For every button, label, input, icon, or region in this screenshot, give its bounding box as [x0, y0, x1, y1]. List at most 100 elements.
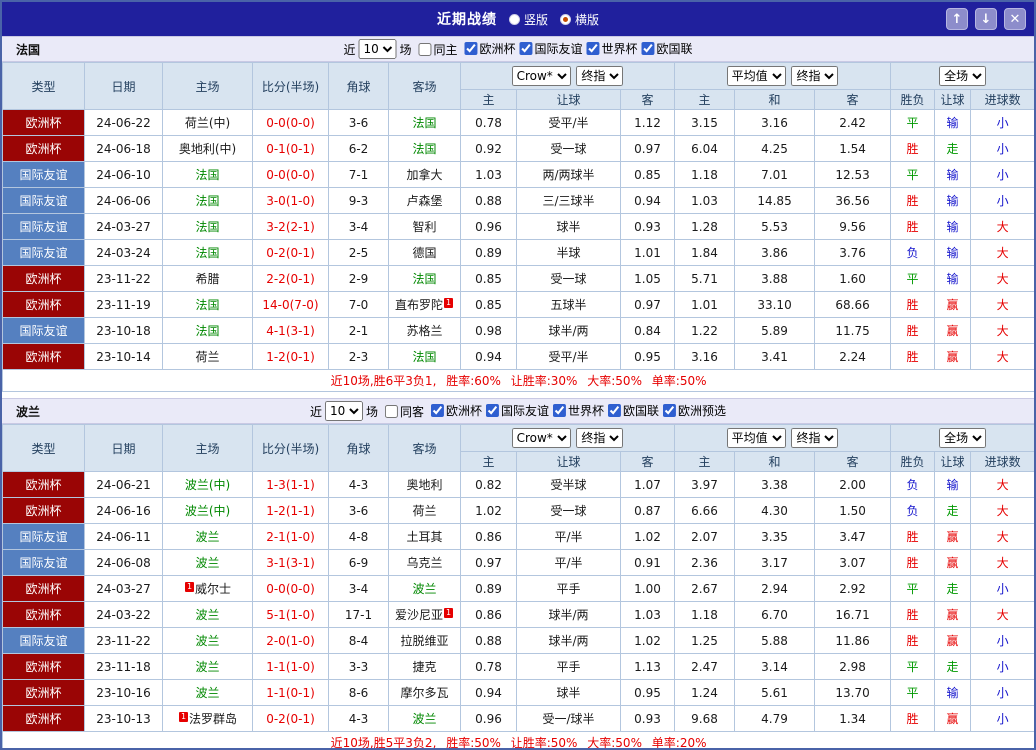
summary-text: 近10场,胜6平3负1, 胜率:60% 让胜率:30% 大率:50% 单率:50…	[2, 369, 1034, 392]
close-icon: ✕	[1009, 11, 1021, 27]
close-button[interactable]: ✕	[1004, 8, 1026, 30]
filter-欧洲预选[interactable]: 欧洲预选	[663, 402, 726, 419]
away-team: 爱沙尼亚 1	[388, 601, 461, 628]
move-up-button[interactable]: ↑	[946, 8, 968, 30]
result-goals: 大	[970, 343, 1034, 370]
col-header-corners: 角球	[328, 424, 389, 472]
col-header-ah-away: 客	[619, 89, 676, 110]
filter-checkbox[interactable]	[519, 42, 533, 55]
scope-select[interactable]: 全场	[939, 428, 987, 448]
avg-away: 68.66	[814, 291, 892, 318]
radio-icon[interactable]	[508, 13, 520, 25]
team-label: 直布罗陀	[394, 298, 443, 312]
odds-away: 1.05	[619, 265, 676, 292]
same-venue-input[interactable]	[418, 42, 432, 56]
move-down-button[interactable]: ↓	[975, 8, 997, 30]
avg-home: 6.66	[674, 497, 736, 524]
filter-checkbox[interactable]	[586, 42, 600, 55]
avg-home: 2.07	[674, 523, 736, 550]
filter-checkbox[interactable]	[608, 404, 622, 417]
layout-radio-horizontal[interactable]: 横版	[560, 11, 599, 28]
result-handicap: 输	[934, 471, 972, 498]
scope-select[interactable]: 全场	[939, 66, 987, 86]
final-odds-select[interactable]: 终指	[576, 66, 624, 86]
down-arrow-icon: ↓	[980, 11, 992, 27]
radio-icon[interactable]	[560, 13, 571, 25]
layout-radio-vertical[interactable]: 竖版	[508, 11, 548, 28]
match-date: 24-03-22	[84, 601, 163, 628]
filter-欧洲杯[interactable]: 欧洲杯	[430, 402, 482, 419]
filter-checkbox[interactable]	[430, 404, 444, 417]
corners: 7-0	[328, 291, 389, 318]
match-date: 24-06-08	[84, 549, 163, 576]
filters-bar: 近 10 场 同主 欧洲杯 国际友谊 世界杯 欧国联	[343, 39, 693, 59]
filter-欧国联[interactable]: 欧国联	[608, 402, 659, 419]
section-header-france: 法国 近 10 场 同主 欧洲杯 国际友谊 世界杯 欧国联	[2, 36, 1034, 62]
filter-国际友谊[interactable]: 国际友谊	[519, 40, 583, 57]
near-label: 近	[309, 404, 322, 419]
team-label: 苏格兰	[406, 324, 443, 338]
same-venue-checkbox[interactable]: 同主	[418, 41, 457, 58]
competition-type: 欧洲杯	[2, 497, 85, 524]
filter-checkbox[interactable]	[486, 404, 499, 417]
corners: 6-9	[328, 549, 389, 576]
bookmaker-select[interactable]: Crow*	[511, 66, 571, 86]
filter-checkbox[interactable]	[663, 404, 677, 417]
handicap-odds-group: Crow* 终指	[459, 62, 676, 90]
score: 0-0(0-0)	[252, 109, 329, 136]
result-outcome: 胜	[890, 187, 936, 214]
score: 1-3(1-1)	[252, 471, 329, 498]
match-count-select[interactable]: 10	[358, 39, 397, 59]
away-team: 拉脱维亚	[388, 627, 461, 654]
match-row: 国际友谊 24-06-11 波兰 2-1(1-0) 4-8 土耳其 0.86 平/半 1.02 2…	[2, 523, 1034, 550]
match-date: 24-03-27	[84, 213, 163, 240]
avg-home: 1.25	[674, 627, 736, 654]
match-date: 24-03-27	[84, 575, 163, 602]
odds-handicap: 受平/半	[516, 343, 621, 370]
col-header-1x2-away: 客	[814, 89, 892, 110]
average-select[interactable]: 平均值	[726, 428, 786, 448]
home-team: 波兰(中)	[162, 497, 253, 524]
col-header-date: 日期	[84, 424, 163, 472]
filter-世界杯[interactable]: 世界杯	[586, 40, 638, 57]
result-handicap: 输	[934, 239, 972, 266]
filter-checkbox[interactable]	[641, 42, 655, 55]
away-team: 法国	[388, 135, 461, 162]
filter-欧洲杯[interactable]: 欧洲杯	[464, 40, 516, 57]
col-header-score: 比分(半场)	[252, 62, 329, 110]
average-select[interactable]: 平均值	[726, 66, 786, 86]
final-odds-select-2[interactable]: 终指	[791, 428, 839, 448]
away-team: 波兰	[388, 575, 461, 602]
odds-home: 0.88	[460, 187, 517, 214]
col-header-wdl: 胜负	[890, 89, 936, 110]
match-count-select[interactable]: 10	[324, 401, 363, 421]
match-row: 国际友谊 24-03-24 法国 0-2(0-1) 2-5 德国 0.89 半球 1.01 1.8…	[2, 239, 1034, 266]
red-card-badge: 1	[178, 712, 189, 722]
team-label: 摩尔多瓦	[400, 686, 449, 700]
score: 1-1(1-0)	[252, 653, 329, 680]
final-odds-select[interactable]: 终指	[576, 428, 624, 448]
result-goals: 大	[970, 213, 1034, 240]
odds-away: 1.03	[619, 601, 676, 628]
bookmaker-select[interactable]: Crow*	[511, 428, 571, 448]
same-venue-input[interactable]	[384, 404, 398, 418]
result-scope-group: 全场	[890, 424, 1034, 452]
filter-checkbox[interactable]	[553, 404, 567, 417]
avg-away: 3.07	[814, 549, 892, 576]
avg-draw: 3.17	[734, 549, 816, 576]
filter-checkbox[interactable]	[464, 42, 478, 55]
avg-away: 2.24	[814, 343, 892, 370]
final-odds-select-2[interactable]: 终指	[791, 66, 839, 86]
odds-home: 1.03	[460, 161, 517, 188]
col-header-1x2-home: 主	[674, 89, 736, 110]
match-row: 国际友谊 24-06-06 法国 3-0(1-0) 9-3 卢森堡 0.88 三/三球半 0.9…	[2, 187, 1034, 214]
same-venue-checkbox[interactable]: 同客	[384, 403, 424, 420]
team-name: 法国	[16, 42, 41, 57]
filter-世界杯[interactable]: 世界杯	[553, 402, 604, 419]
same-venue-label: 同主	[433, 42, 458, 57]
filter-国际友谊[interactable]: 国际友谊	[486, 402, 549, 419]
filter-欧国联[interactable]: 欧国联	[641, 40, 693, 57]
radio-label: 横版	[575, 12, 600, 27]
odds-home: 0.94	[460, 679, 517, 706]
col-header-type: 类型	[2, 424, 85, 472]
